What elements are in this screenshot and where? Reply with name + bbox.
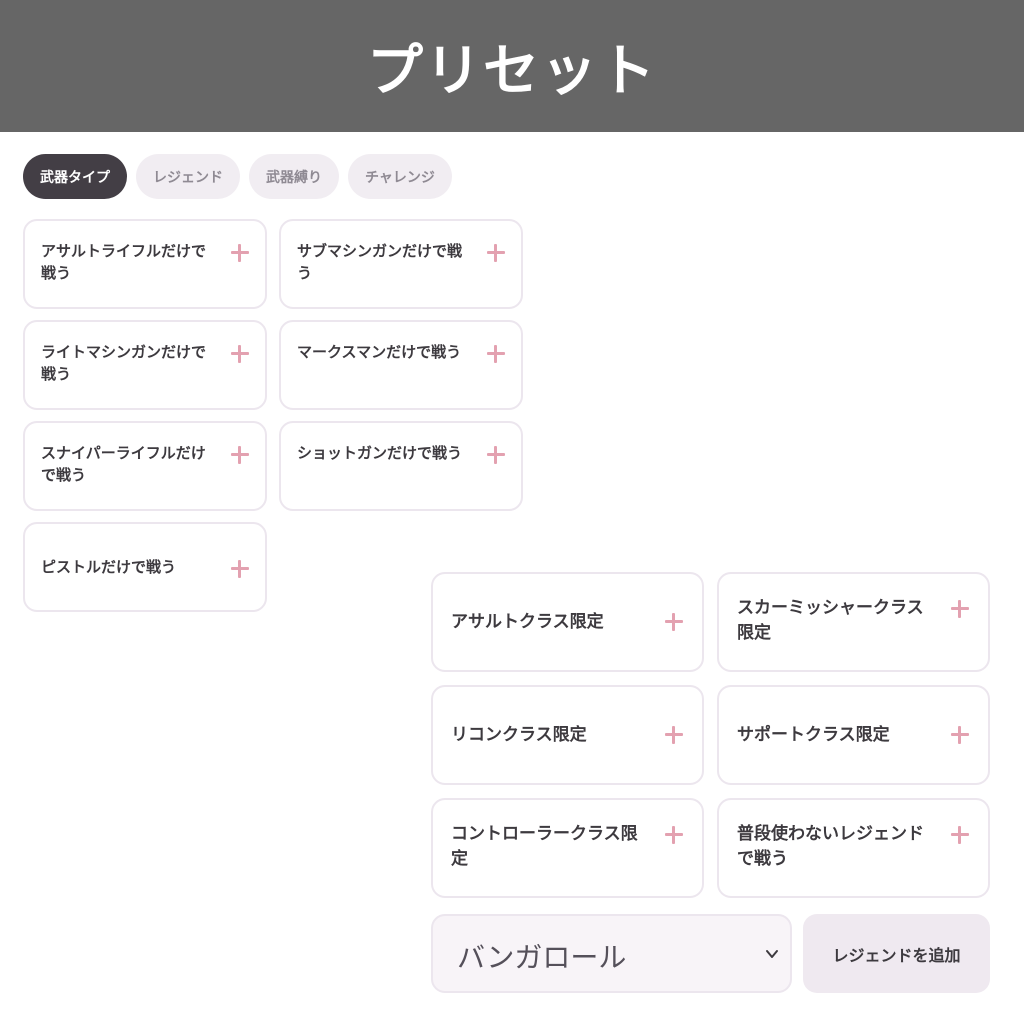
preset-card-label: ショットガンだけで戦う [297, 444, 463, 462]
tab-weapon-type[interactable]: 武器タイプ [23, 154, 127, 199]
plus-icon[interactable] [231, 446, 249, 464]
plus-icon[interactable] [951, 826, 969, 844]
plus-icon[interactable] [231, 345, 249, 363]
tab-challenge[interactable]: チャレンジ [348, 154, 452, 199]
plus-icon[interactable] [665, 613, 683, 631]
plus-icon[interactable] [951, 600, 969, 618]
preset-card-sniper[interactable]: スナイパーライフルだけで戦う [23, 421, 267, 511]
preset-card-label: ピストルだけで戦う [41, 558, 177, 576]
plus-icon[interactable] [231, 244, 249, 262]
legend-select-value: バンガロール [457, 941, 627, 974]
preset-card-shotgun[interactable]: ショットガンだけで戦う [279, 421, 523, 511]
preset-card-label: ライトマシンガンだけで戦う [41, 343, 207, 383]
plus-icon[interactable] [665, 826, 683, 844]
preset-card-label: アサルトライフルだけで戦う [41, 242, 207, 282]
plus-icon[interactable] [951, 726, 969, 744]
legend-select[interactable]: バンガロール [431, 914, 792, 993]
preset-card-label: スカーミッシャークラス限定 [737, 598, 924, 643]
plus-icon[interactable] [487, 446, 505, 464]
preset-card-assault-rifle[interactable]: アサルトライフルだけで戦う [23, 219, 267, 309]
preset-card-marksman[interactable]: マークスマンだけで戦う [279, 320, 523, 410]
tab-weapon-restriction[interactable]: 武器縛り [249, 154, 339, 199]
preset-card-label: スナイパーライフルだけで戦う [41, 444, 206, 484]
preset-card-pistol[interactable]: ピストルだけで戦う [23, 522, 267, 612]
preset-tabs: 武器タイプ レジェンド 武器縛り チャレンジ [23, 154, 452, 199]
preset-card-skirmisher-class[interactable]: スカーミッシャークラス限定 [717, 572, 990, 672]
preset-card-label: アサルトクラス限定 [451, 612, 604, 632]
preset-card-label: サポートクラス限定 [737, 725, 890, 745]
preset-card-unused-legend[interactable]: 普段使わないレジェンドで戦う [717, 798, 990, 898]
plus-icon[interactable] [487, 244, 505, 262]
page-title: プリセット [367, 38, 657, 104]
plus-icon[interactable] [231, 560, 249, 578]
preset-card-recon-class[interactable]: リコンクラス限定 [431, 685, 704, 785]
preset-card-smg[interactable]: サブマシンガンだけで戦う [279, 219, 523, 309]
plus-icon[interactable] [665, 726, 683, 744]
preset-card-label: 普段使わないレジェンドで戦う [737, 824, 924, 869]
preset-card-label: マークスマンだけで戦う [297, 343, 462, 361]
preset-card-support-class[interactable]: サポートクラス限定 [717, 685, 990, 785]
chevron-down-icon[interactable] [764, 946, 780, 962]
preset-card-controller-class[interactable]: コントローラークラス限定 [431, 798, 704, 898]
tab-legend[interactable]: レジェンド [136, 154, 240, 199]
preset-card-label: コントローラークラス限定 [451, 824, 638, 869]
preset-card-label: リコンクラス限定 [451, 725, 587, 745]
preset-card-label: サブマシンガンだけで戦う [297, 242, 463, 282]
preset-card-assault-class[interactable]: アサルトクラス限定 [431, 572, 704, 672]
header-bar: プリセット [0, 0, 1024, 132]
add-legend-button[interactable]: レジェンドを追加 [803, 914, 990, 993]
preset-card-lmg[interactable]: ライトマシンガンだけで戦う [23, 320, 267, 410]
plus-icon[interactable] [487, 345, 505, 363]
